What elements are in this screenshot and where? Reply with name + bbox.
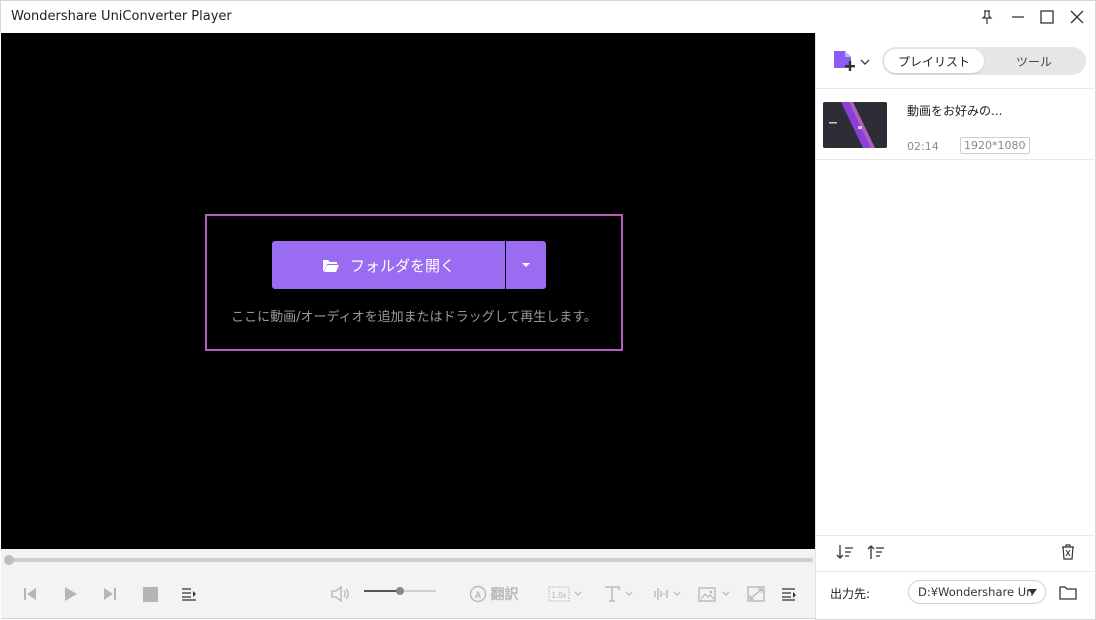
progress-track[interactable]: [7, 558, 813, 562]
volume-handle[interactable]: [396, 587, 404, 595]
volume-button[interactable]: [329, 583, 351, 605]
sort-descending-icon: [836, 545, 853, 559]
speed-button[interactable]: 1.0x: [547, 583, 587, 605]
sort-descending-button[interactable]: [834, 542, 856, 562]
side-panel: プレイリスト ツール 動画をお好みの... 02:14 1920*1080 出力…: [815, 33, 1096, 620]
add-file-button[interactable]: [831, 49, 870, 75]
video-area[interactable]: フォルダを開く ここに動画/オーディオを追加またはドラッグして再生します。: [1, 33, 815, 549]
minimize-icon: [1012, 16, 1024, 18]
pin-button[interactable]: [973, 5, 1001, 29]
volume-fill: [364, 590, 400, 592]
output-path-value: D:¥Wondershare Un: [918, 585, 1034, 599]
tab-tools[interactable]: ツール: [984, 49, 1084, 73]
sort-ascending-button[interactable]: [865, 542, 887, 562]
translate-button[interactable]: A 翻訳: [465, 583, 521, 605]
subtitle-button[interactable]: [602, 583, 638, 605]
play-icon: [65, 587, 77, 601]
control-bar: A 翻訳 1.0x: [1, 571, 815, 619]
divider: [816, 535, 1096, 536]
screenshot-icon: [698, 587, 730, 602]
add-file-icon: [834, 51, 855, 71]
close-icon: [1070, 10, 1084, 24]
delete-button[interactable]: [1058, 542, 1078, 562]
sort-ascending-icon: [867, 545, 884, 559]
audio-track-icon: [654, 588, 681, 600]
next-button[interactable]: [99, 583, 121, 605]
playlist-toggle-icon: [182, 588, 196, 601]
output-folder-button[interactable]: [1057, 582, 1079, 602]
folder-icon: [1059, 585, 1077, 600]
trash-icon: [1062, 544, 1074, 560]
play-button[interactable]: [59, 583, 81, 605]
drop-zone[interactable]: フォルダを開く ここに動画/オーディオを追加またはドラッグして再生します。: [205, 214, 623, 351]
open-folder-dropdown[interactable]: [506, 241, 546, 289]
subtitle-icon: [605, 586, 633, 602]
playlist-item[interactable]: 動画をお好みの... 02:14 1920*1080: [816, 89, 1096, 160]
volume-icon: [331, 586, 349, 602]
next-icon: [104, 588, 116, 600]
speed-icon: 1.0x: [548, 586, 582, 602]
video-thumbnail: [823, 102, 887, 148]
aspect-button[interactable]: [745, 583, 767, 605]
folder-open-icon: [322, 260, 339, 272]
progress-bar[interactable]: [1, 549, 815, 571]
drop-hint: ここに動画/オーディオを追加またはドラッグして再生します。: [231, 310, 597, 325]
aspect-icon: [747, 586, 765, 602]
playlist-toggle-button[interactable]: [178, 583, 200, 605]
translate-label: 翻訳: [490, 587, 519, 603]
maximize-icon: [1040, 10, 1054, 24]
chevron-down-icon: [1028, 589, 1037, 595]
stop-icon: [142, 586, 158, 602]
audio-track-button[interactable]: [649, 583, 685, 605]
progress-handle[interactable]: [4, 555, 14, 565]
translate-icon: A: [469, 585, 486, 603]
chevron-down-icon: [860, 59, 870, 65]
menu-icon: [782, 588, 796, 601]
pin-icon: [981, 10, 993, 24]
svg-text:A: A: [474, 590, 481, 600]
screenshot-button[interactable]: [696, 583, 734, 605]
minimize-button[interactable]: [1004, 5, 1032, 29]
prev-button[interactable]: [19, 583, 41, 605]
playlist-item-resolution: 1920*1080: [960, 137, 1030, 154]
panel-tabs: プレイリスト ツール: [882, 47, 1086, 75]
playlist-item-duration: 02:14: [907, 140, 939, 153]
close-button[interactable]: [1063, 5, 1091, 29]
playlist-item-title: 動画をお好みの...: [907, 104, 1003, 118]
title-bar: Wondershare UniConverter Player: [0, 0, 1096, 33]
output-label: 出力先:: [830, 587, 871, 601]
maximize-button[interactable]: [1033, 5, 1061, 29]
menu-button[interactable]: [778, 583, 800, 605]
speed-label: 1.0x: [551, 591, 566, 600]
volume-slider[interactable]: [364, 587, 436, 595]
divider: [816, 571, 1096, 572]
tab-playlist[interactable]: プレイリスト: [884, 49, 984, 73]
output-path-select[interactable]: D:¥Wondershare Un: [908, 580, 1046, 604]
chevron-down-icon: [522, 263, 530, 267]
window-title: Wondershare UniConverter Player: [11, 9, 232, 24]
open-folder-button[interactable]: フォルダを開く: [272, 241, 505, 289]
prev-icon: [24, 588, 36, 600]
open-folder-label: フォルダを開く: [349, 256, 455, 275]
stop-button[interactable]: [139, 583, 161, 605]
